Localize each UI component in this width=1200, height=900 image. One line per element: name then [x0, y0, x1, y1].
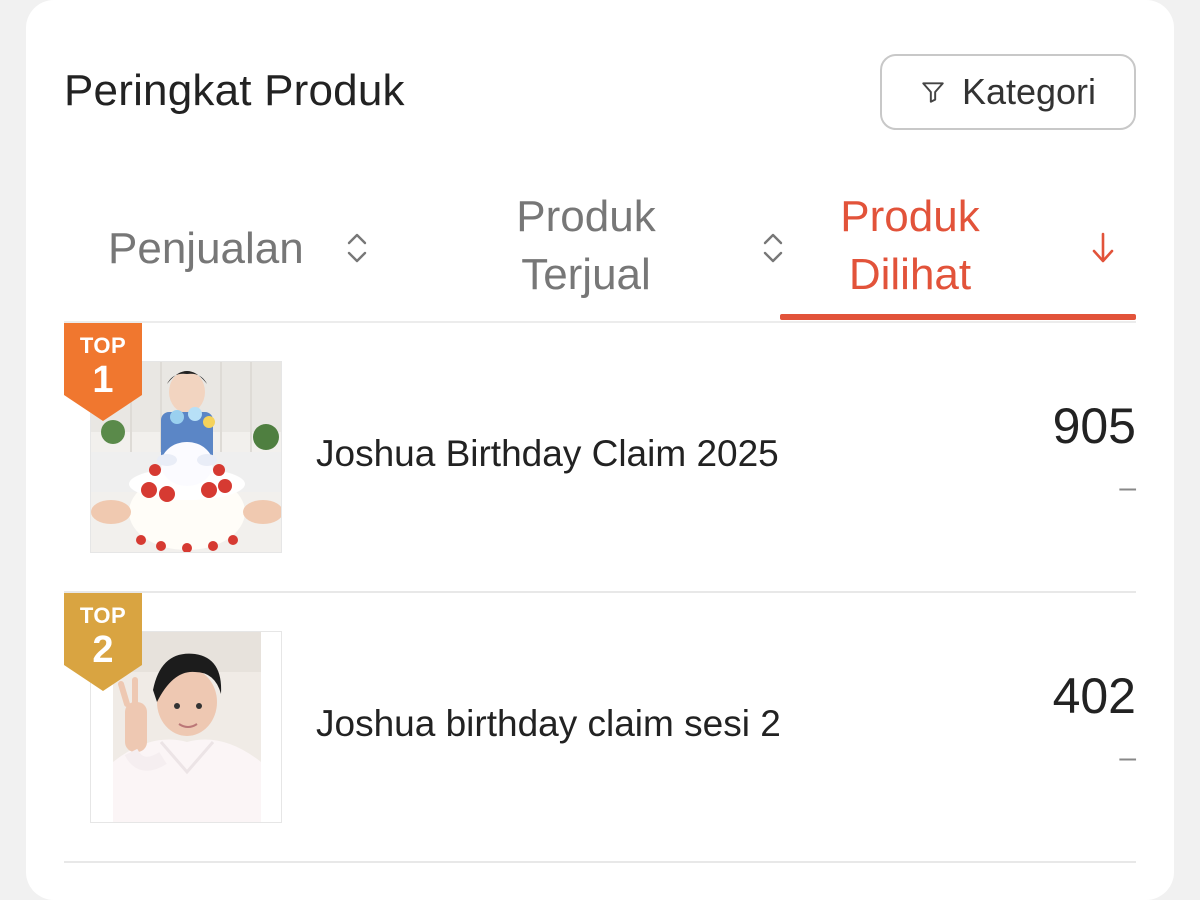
product-name: Joshua birthday claim sesi 2	[316, 703, 781, 744]
product-views-value: 905	[1052, 398, 1136, 454]
rank-number: 2	[92, 629, 114, 671]
filter-icon	[922, 82, 944, 103]
sort-updown-icon	[347, 233, 367, 263]
rank-badge-label: TOP	[79, 603, 127, 628]
tab-products-viewed-label: Produk Dilihat	[840, 192, 980, 299]
arrow-down-icon	[1092, 232, 1114, 263]
tab-sales[interactable]: Penjualan	[64, 180, 414, 322]
product-name: Joshua Birthday Claim 2025	[316, 433, 779, 474]
rank-badge: TOP 1	[64, 323, 142, 423]
sort-tabs: Penjualan Produk Terjual Produk Dilihat	[64, 180, 1136, 322]
rank-number: 1	[92, 359, 114, 401]
list-item[interactable]: TOP 1 Joshua Birthday Claim 2025 905 –	[64, 323, 1136, 593]
active-tab-indicator	[780, 314, 1136, 320]
category-button-label: Kategori	[961, 71, 1097, 112]
rank-badge: TOP 2	[64, 593, 142, 693]
tab-sales-label: Penjualan	[108, 224, 304, 273]
product-change: –	[1119, 471, 1136, 504]
page-title: Peringkat Produk	[64, 66, 405, 115]
product-views-value: 402	[1052, 668, 1136, 724]
list-item[interactable]: TOP 2 Joshua birthday claim sesi 2 402 –	[64, 593, 1136, 863]
category-filter-button[interactable]: Kategori	[880, 54, 1136, 130]
tab-products-viewed[interactable]: Produk Dilihat	[780, 180, 1136, 322]
rank-badge-label: TOP	[79, 333, 127, 358]
product-ranking-card: Peringkat Produk Kategori Penjualan Prod…	[26, 0, 1174, 900]
tab-products-sold[interactable]: Produk Terjual	[444, 180, 794, 322]
tab-products-sold-label: Produk Terjual	[516, 192, 656, 299]
product-change: –	[1119, 741, 1136, 774]
